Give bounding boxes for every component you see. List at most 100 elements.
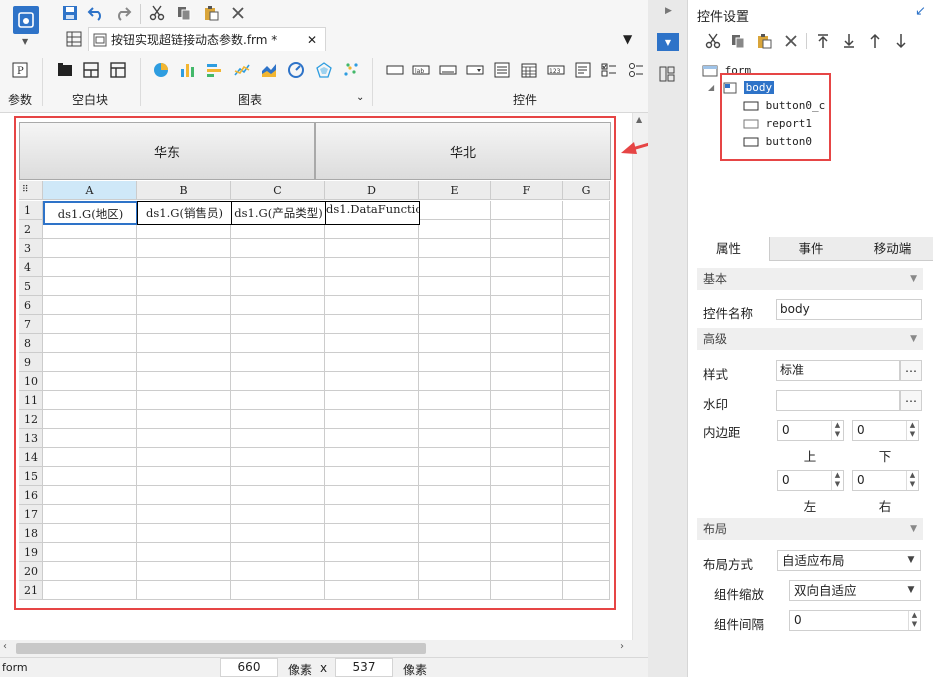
scale-select[interactable]: 双向自适应 ▼ — [789, 580, 921, 601]
grid-cell[interactable] — [491, 258, 563, 277]
absolute-block-button[interactable] — [55, 60, 75, 80]
tab-events[interactable]: 事件 — [770, 237, 852, 261]
grid-cell[interactable] — [419, 486, 491, 505]
column-header[interactable]: A — [43, 181, 137, 200]
grid-cell[interactable] — [231, 258, 325, 277]
horizontal-scrollbar[interactable]: ‹ › — [0, 640, 648, 657]
data-cell[interactable]: ds1.G(地区) — [43, 201, 138, 225]
row-header[interactable]: 13 — [19, 429, 43, 448]
grid-cell[interactable] — [43, 391, 137, 410]
grid-cell[interactable] — [491, 201, 563, 220]
padding-right-input[interactable]: 0 ▲ ▼ — [852, 470, 919, 491]
grid-cell[interactable] — [563, 239, 610, 258]
grid-cell[interactable] — [231, 334, 325, 353]
data-cell[interactable]: ds1.G(销售员) — [137, 201, 232, 225]
grid-cell[interactable] — [563, 296, 610, 315]
row-header[interactable]: 20 — [19, 562, 43, 581]
collapse-panel-icon[interactable]: ↙ — [915, 4, 926, 19]
grid-cell[interactable] — [419, 315, 491, 334]
grid-cell[interactable] — [231, 410, 325, 429]
grid-cell[interactable] — [231, 543, 325, 562]
scatter-chart-button[interactable] — [341, 60, 361, 80]
grid-cell[interactable] — [563, 315, 610, 334]
column-header[interactable]: C — [231, 181, 325, 200]
grid-cell[interactable] — [137, 353, 231, 372]
row-header[interactable]: 1 — [19, 201, 43, 220]
grid-cell[interactable] — [231, 353, 325, 372]
grid-cell[interactable] — [43, 410, 137, 429]
grid-cell[interactable] — [43, 429, 137, 448]
panel-paste-button[interactable] — [754, 31, 774, 51]
bar-chart-button[interactable] — [178, 60, 198, 80]
grid-cell[interactable] — [325, 581, 419, 600]
move-up-button[interactable] — [865, 31, 885, 51]
layout-panel-toggle[interactable] — [659, 66, 675, 82]
grid-cell[interactable] — [325, 448, 419, 467]
grid-cell[interactable] — [419, 410, 491, 429]
grid-cell[interactable] — [231, 448, 325, 467]
grid-cell[interactable] — [325, 334, 419, 353]
grid-cell[interactable] — [419, 429, 491, 448]
grid-cell[interactable] — [419, 277, 491, 296]
grid-cell[interactable] — [325, 410, 419, 429]
grid-cell[interactable] — [43, 505, 137, 524]
grid-cell[interactable] — [43, 258, 137, 277]
grid-cell[interactable] — [563, 524, 610, 543]
column-header[interactable]: G — [563, 181, 610, 200]
column-header[interactable]: F — [491, 181, 563, 200]
grid-cell[interactable] — [43, 296, 137, 315]
width-input[interactable]: 660 — [220, 658, 278, 677]
style-more-button[interactable]: … — [900, 360, 922, 381]
grid-cell[interactable] — [325, 467, 419, 486]
grid-cell[interactable] — [137, 505, 231, 524]
button-north-china[interactable]: 华北 — [315, 122, 611, 180]
style-input[interactable]: 标准 — [776, 360, 900, 381]
row-header[interactable]: 14 — [19, 448, 43, 467]
grid-cell[interactable] — [563, 258, 610, 277]
move-top-button[interactable] — [813, 31, 833, 51]
row-header[interactable]: 7 — [19, 315, 43, 334]
grid-cell[interactable] — [491, 353, 563, 372]
combobox-widget-button[interactable] — [465, 60, 485, 80]
spinner-arrows-icon[interactable]: ▲ ▼ — [831, 421, 843, 440]
grid-cell[interactable] — [137, 296, 231, 315]
column-header[interactable]: B — [137, 181, 231, 200]
grid-cell[interactable] — [563, 467, 610, 486]
grid-cell[interactable] — [43, 353, 137, 372]
expand-icon[interactable]: ▶ — [665, 6, 672, 16]
grid-cell[interactable] — [43, 315, 137, 334]
grid-view-icon[interactable] — [66, 31, 82, 47]
row-header[interactable]: 8 — [19, 334, 43, 353]
grid-cell[interactable] — [43, 486, 137, 505]
grid-cell[interactable] — [43, 467, 137, 486]
grid-cell[interactable] — [325, 486, 419, 505]
line-chart-button[interactable] — [232, 60, 252, 80]
grid-cell[interactable] — [231, 429, 325, 448]
tab-file[interactable]: 按钮实现超链接动态参数.frm * ✕ — [88, 27, 326, 51]
button-east-china[interactable]: 华东 — [19, 122, 315, 180]
gap-input[interactable]: 0 ▲ ▼ — [789, 610, 921, 631]
grid-cell[interactable] — [231, 372, 325, 391]
grid-cell[interactable] — [491, 562, 563, 581]
grid-cell[interactable] — [231, 391, 325, 410]
row-header[interactable]: 18 — [19, 524, 43, 543]
scrollbar-thumb[interactable] — [16, 643, 426, 654]
grid-cell[interactable] — [491, 372, 563, 391]
grid-cell[interactable] — [563, 334, 610, 353]
grid-cell[interactable] — [231, 315, 325, 334]
grid-corner-icon[interactable]: ⠿ — [19, 181, 43, 200]
row-header[interactable]: 16 — [19, 486, 43, 505]
pie-chart-button[interactable] — [151, 60, 171, 80]
grid-cell[interactable] — [137, 581, 231, 600]
grid-cell[interactable] — [137, 372, 231, 391]
grid-cell[interactable] — [491, 220, 563, 239]
row-header[interactable]: 2 — [19, 220, 43, 239]
grid-cell[interactable] — [137, 448, 231, 467]
grid-cell[interactable] — [491, 486, 563, 505]
grid-cell[interactable] — [325, 524, 419, 543]
grid-cell[interactable] — [137, 486, 231, 505]
grid-cell[interactable] — [231, 562, 325, 581]
grid-cell[interactable] — [325, 258, 419, 277]
grid-cell[interactable] — [43, 448, 137, 467]
tab-block-button[interactable] — [81, 60, 101, 80]
